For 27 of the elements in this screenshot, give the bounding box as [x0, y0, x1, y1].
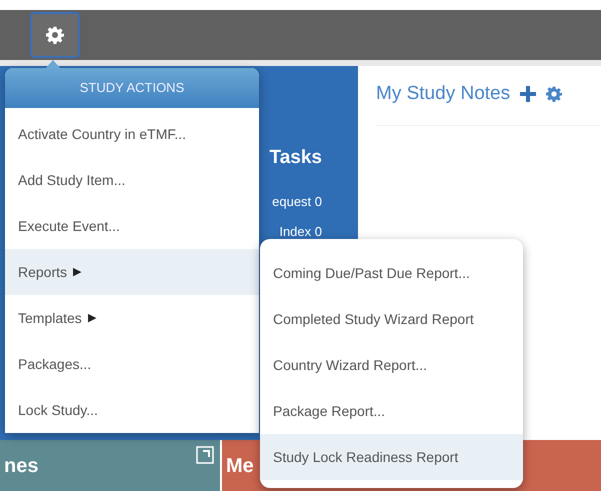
- expand-icon[interactable]: [196, 446, 214, 464]
- tile-title: nes: [4, 454, 38, 478]
- menu-item[interactable]: Add Study Item...: [5, 157, 259, 203]
- menu-item[interactable]: Coming Due/Past Due Report...: [260, 250, 523, 296]
- menu-item[interactable]: Package Report...: [260, 388, 523, 434]
- settings-icon[interactable]: [546, 86, 562, 102]
- add-icon[interactable]: [520, 86, 536, 102]
- menu-item[interactable]: Reports ▶: [5, 249, 259, 295]
- panel-title: Tasks: [270, 146, 322, 170]
- menu-item[interactable]: Activate Country in eTMF...: [5, 111, 259, 157]
- menu-item[interactable]: Study Lock Readiness Report: [260, 434, 523, 480]
- submenu-arrow-icon: ▶: [88, 310, 96, 326]
- menu-item[interactable]: Execute Event...: [5, 203, 259, 249]
- menu-item[interactable]: Packages...: [5, 341, 259, 387]
- menu-item[interactable]: Templates ▶: [5, 295, 259, 341]
- tile-title: Me: [226, 454, 254, 478]
- settings-icon: [46, 26, 64, 44]
- panel-title: My Study Notes: [376, 82, 510, 106]
- menu-pointer-icon: [45, 60, 61, 69]
- menu-item[interactable]: Completed Study Wizard Report: [260, 296, 523, 342]
- settings-button[interactable]: [30, 12, 80, 58]
- submenu-arrow-icon: ▶: [73, 264, 82, 280]
- task-count: Index 0: [279, 222, 322, 240]
- menu-item[interactable]: Lock Study...: [5, 387, 259, 433]
- menu-header: STUDY ACTIONS: [5, 68, 259, 108]
- menu-item[interactable]: Country Wizard Report...: [260, 342, 523, 388]
- task-count: equest 0: [272, 192, 322, 211]
